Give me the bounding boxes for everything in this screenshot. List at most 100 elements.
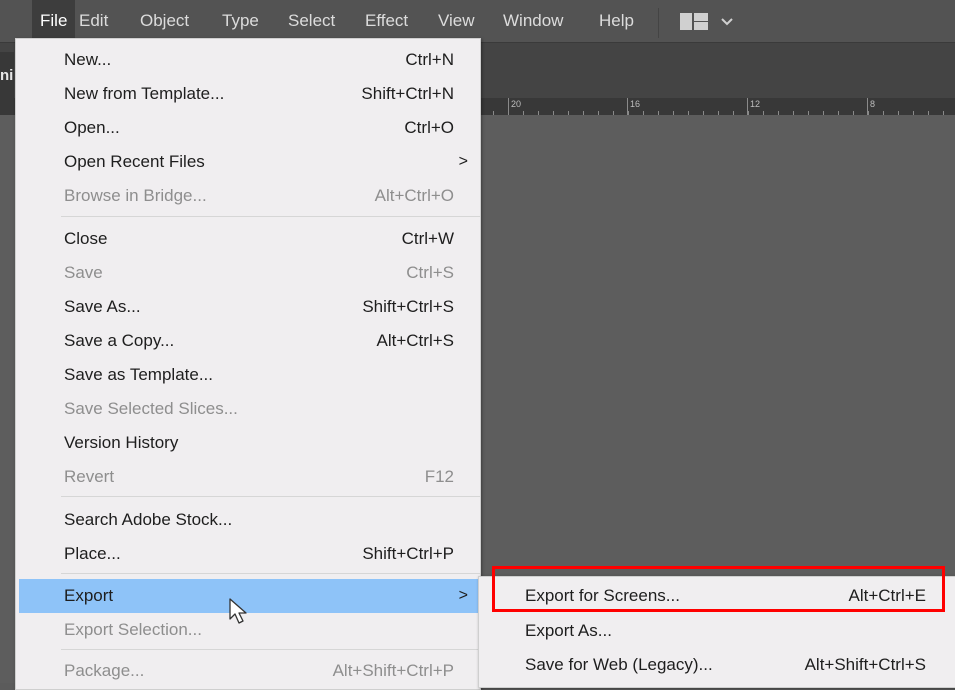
- menu-item-label: Export: [64, 586, 114, 605]
- menu-item-shortcut: Alt+Ctrl+S: [376, 331, 454, 350]
- menu-file[interactable]: File: [32, 0, 76, 40]
- ruler-minor-tick: [628, 111, 629, 115]
- ruler-minor-tick: [898, 111, 899, 115]
- menu-item-label: Save as Template...: [64, 365, 213, 384]
- ruler-minor-tick: [643, 111, 644, 115]
- menu-item-label: Save As...: [64, 297, 141, 316]
- ruler-minor-tick: [928, 111, 929, 115]
- menu-select[interactable]: Select: [280, 0, 343, 40]
- document-tab-label: ni: [0, 67, 14, 84]
- menu-effect[interactable]: Effect: [357, 0, 416, 40]
- menu-item-label: Export Selection...: [64, 620, 202, 639]
- chevron-down-icon[interactable]: [720, 8, 734, 43]
- menu-divider: [61, 216, 480, 217]
- ruler-minor-tick: [718, 111, 719, 115]
- annotation-highlight-box: [492, 566, 945, 612]
- menu-item-browse-in-bridge: Browse in Bridge... Alt+Ctrl+O: [16, 179, 480, 213]
- ruler-minor-tick: [508, 111, 509, 115]
- menu-item-label: New from Template...: [64, 84, 225, 103]
- menu-item-search-adobe-stock[interactable]: Search Adobe Stock...: [16, 503, 480, 537]
- menu-item-label: Revert: [64, 467, 115, 486]
- ruler-minor-tick: [943, 111, 944, 115]
- menu-item-version-history[interactable]: Version History: [16, 426, 480, 460]
- menu-item-new-from-template[interactable]: New from Template... Shift+Ctrl+N: [16, 77, 480, 111]
- menu-item-close[interactable]: Close Ctrl+W: [16, 222, 480, 256]
- ruler-minor-tick: [838, 111, 839, 115]
- menu-item-shortcut: Shift+Ctrl+P: [362, 544, 454, 563]
- ruler-minor-tick: [598, 111, 599, 115]
- ruler-label: 16: [630, 99, 641, 109]
- menu-item-label: Open...: [64, 118, 120, 137]
- menu-item-label: Export As...: [525, 621, 612, 640]
- ruler-minor-tick: [688, 111, 689, 115]
- menu-divider: [61, 649, 480, 650]
- ruler-minor-tick: [883, 111, 884, 115]
- ruler-minor-tick: [808, 111, 809, 115]
- ruler-minor-tick: [673, 111, 674, 115]
- ruler-label: 12: [750, 99, 761, 109]
- menu-object[interactable]: Object: [132, 0, 197, 40]
- menu-divider: [61, 496, 480, 497]
- menu-item-shortcut: Ctrl+O: [404, 118, 454, 137]
- menu-item-label: Close: [64, 229, 108, 248]
- menu-type[interactable]: Type: [214, 0, 267, 40]
- document-tab[interactable]: ni: [0, 52, 14, 100]
- ruler-minor-tick: [748, 111, 749, 115]
- ruler-label: 8: [870, 99, 876, 109]
- menu-bar: File Edit Object Type Select Effect View…: [0, 0, 955, 43]
- menu-item-save-as-template[interactable]: Save as Template...: [16, 358, 480, 392]
- menu-item-label: Search Adobe Stock...: [64, 510, 233, 529]
- menu-item-shortcut: F12: [424, 467, 454, 486]
- menu-divider: [61, 573, 480, 574]
- ruler-minor-tick: [763, 111, 764, 115]
- menu-item-shortcut: Shift+Ctrl+N: [361, 84, 454, 103]
- menubar-divider: [658, 8, 659, 38]
- menu-item-label: Save a Copy...: [64, 331, 175, 350]
- menu-item-open[interactable]: Open... Ctrl+O: [16, 111, 480, 145]
- menu-item-export-as[interactable]: Export As...: [479, 614, 955, 648]
- menu-item-label: Version History: [64, 433, 179, 452]
- menu-item-shortcut: Shift+Ctrl+S: [362, 297, 454, 316]
- menu-item-save-as[interactable]: Save As... Shift+Ctrl+S: [16, 290, 480, 324]
- ruler-minor-tick: [658, 111, 659, 115]
- menu-item-label: Save Selected Slices...: [64, 399, 238, 418]
- submenu-arrow-icon: >: [458, 587, 468, 604]
- menu-item-place[interactable]: Place... Shift+Ctrl+P: [16, 537, 480, 571]
- ruler-minor-tick: [583, 111, 584, 115]
- menu-item-open-recent-files[interactable]: Open Recent Files >: [16, 145, 480, 179]
- workspace-layout-icon[interactable]: [680, 13, 710, 30]
- menu-item-save-selected-slices: Save Selected Slices...: [16, 392, 480, 426]
- ruler-minor-tick: [553, 111, 554, 115]
- menu-edit[interactable]: Edit: [71, 0, 116, 40]
- ruler-minor-tick: [703, 111, 704, 115]
- menu-item-new[interactable]: New... Ctrl+N: [16, 43, 480, 77]
- menu-view[interactable]: View: [430, 0, 483, 40]
- file-menu: New... Ctrl+N New from Template... Shift+C…: [15, 38, 481, 690]
- menu-item-shortcut: Ctrl+N: [405, 50, 454, 69]
- menu-item-shortcut: Alt+Ctrl+O: [374, 186, 454, 205]
- ruler-minor-tick: [868, 111, 869, 115]
- menu-item-label: Place...: [64, 544, 121, 563]
- ruler-label: 20: [511, 99, 522, 109]
- ruler-minor-tick: [568, 111, 569, 115]
- menu-item-save: Save Ctrl+S: [16, 256, 480, 290]
- menu-item-label: Open Recent Files: [64, 152, 205, 171]
- ruler-minor-tick: [793, 111, 794, 115]
- menu-item-save-a-copy[interactable]: Save a Copy... Alt+Ctrl+S: [16, 324, 480, 358]
- menu-item-label: Browse in Bridge...: [64, 186, 207, 205]
- menu-item-save-for-web[interactable]: Save for Web (Legacy)... Alt+Shift+Ctrl+S: [479, 648, 955, 682]
- menu-item-label: New...: [64, 50, 112, 69]
- ruler-minor-tick: [538, 111, 539, 115]
- ruler-minor-tick: [853, 111, 854, 115]
- ruler-minor-tick: [778, 111, 779, 115]
- menu-help[interactable]: Help: [591, 0, 642, 40]
- ruler-minor-tick: [493, 111, 494, 115]
- submenu-arrow-icon: >: [458, 153, 468, 170]
- menu-window[interactable]: Window: [495, 0, 571, 40]
- menu-item-shortcut: Ctrl+S: [406, 263, 454, 282]
- mouse-pointer-icon: [229, 598, 247, 624]
- menu-item-label: Save for Web (Legacy)...: [525, 655, 713, 674]
- menu-item-shortcut: Ctrl+W: [401, 229, 454, 248]
- ruler-minor-tick: [733, 111, 734, 115]
- ruler-minor-tick: [613, 111, 614, 115]
